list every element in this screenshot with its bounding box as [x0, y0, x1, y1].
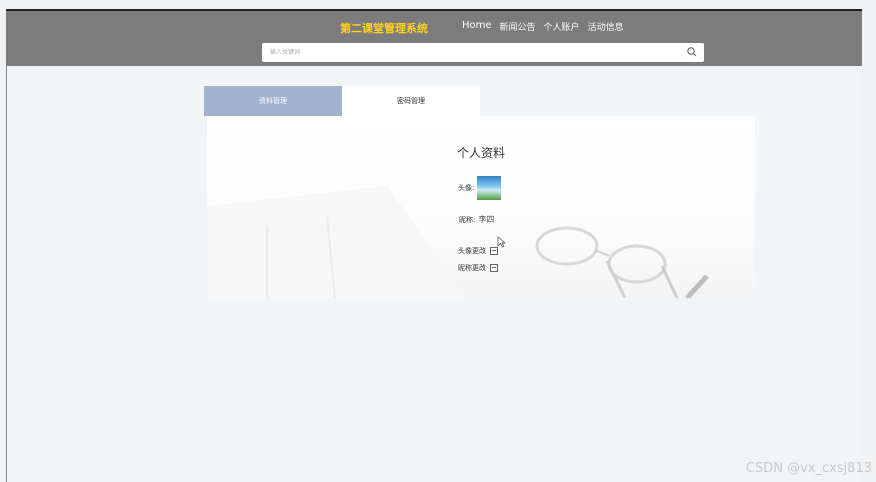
tab-bar: 资料管理 密码管理	[204, 86, 480, 116]
change-nickname-row[interactable]: 昵称更改	[458, 263, 498, 273]
avatar	[477, 176, 502, 200]
mouse-cursor-icon	[497, 236, 506, 248]
brand-title: 第二课堂管理系统	[340, 22, 428, 35]
nickname-value: 李四	[478, 215, 495, 224]
change-nickname-label[interactable]: 昵称更改	[458, 263, 486, 273]
nickname-row: 昵称: 李四	[459, 214, 494, 225]
upload-icon[interactable]	[490, 247, 498, 255]
nav-home[interactable]: Home	[462, 20, 492, 33]
page-title: 个人资料	[456, 146, 505, 160]
avatar-label: 头像:	[458, 184, 475, 192]
nav-activities[interactable]: 活动信息	[588, 20, 624, 33]
nav-account[interactable]: 个人账户	[544, 20, 580, 33]
search-icon[interactable]	[686, 46, 698, 58]
nav-news[interactable]: 新闻公告	[500, 20, 536, 33]
search-input[interactable]: 输入关键词	[270, 47, 300, 56]
watermark: CSDN @vx_cxsj813	[745, 461, 872, 476]
nickname-label: 昵称:	[459, 215, 476, 224]
search-box[interactable]: 输入关键词	[262, 43, 704, 62]
profile-panel: 个人资料 头像: 昵称: 李四 头像更改 昵称更改	[207, 116, 755, 298]
change-avatar-label[interactable]: 头像更改	[458, 246, 486, 256]
main-nav: Home 新闻公告 个人账户 活动信息	[462, 20, 624, 33]
top-border	[6, 9, 862, 11]
tab-profile[interactable]: 资料管理	[204, 86, 342, 116]
top-header: 第二课堂管理系统 Home 新闻公告 个人账户 活动信息 输入关键词	[6, 11, 862, 66]
edit-icon[interactable]	[490, 264, 498, 272]
avatar-row: 头像:	[458, 176, 502, 200]
change-avatar-row[interactable]: 头像更改	[458, 246, 498, 256]
tab-password[interactable]: 密码管理	[342, 86, 480, 116]
